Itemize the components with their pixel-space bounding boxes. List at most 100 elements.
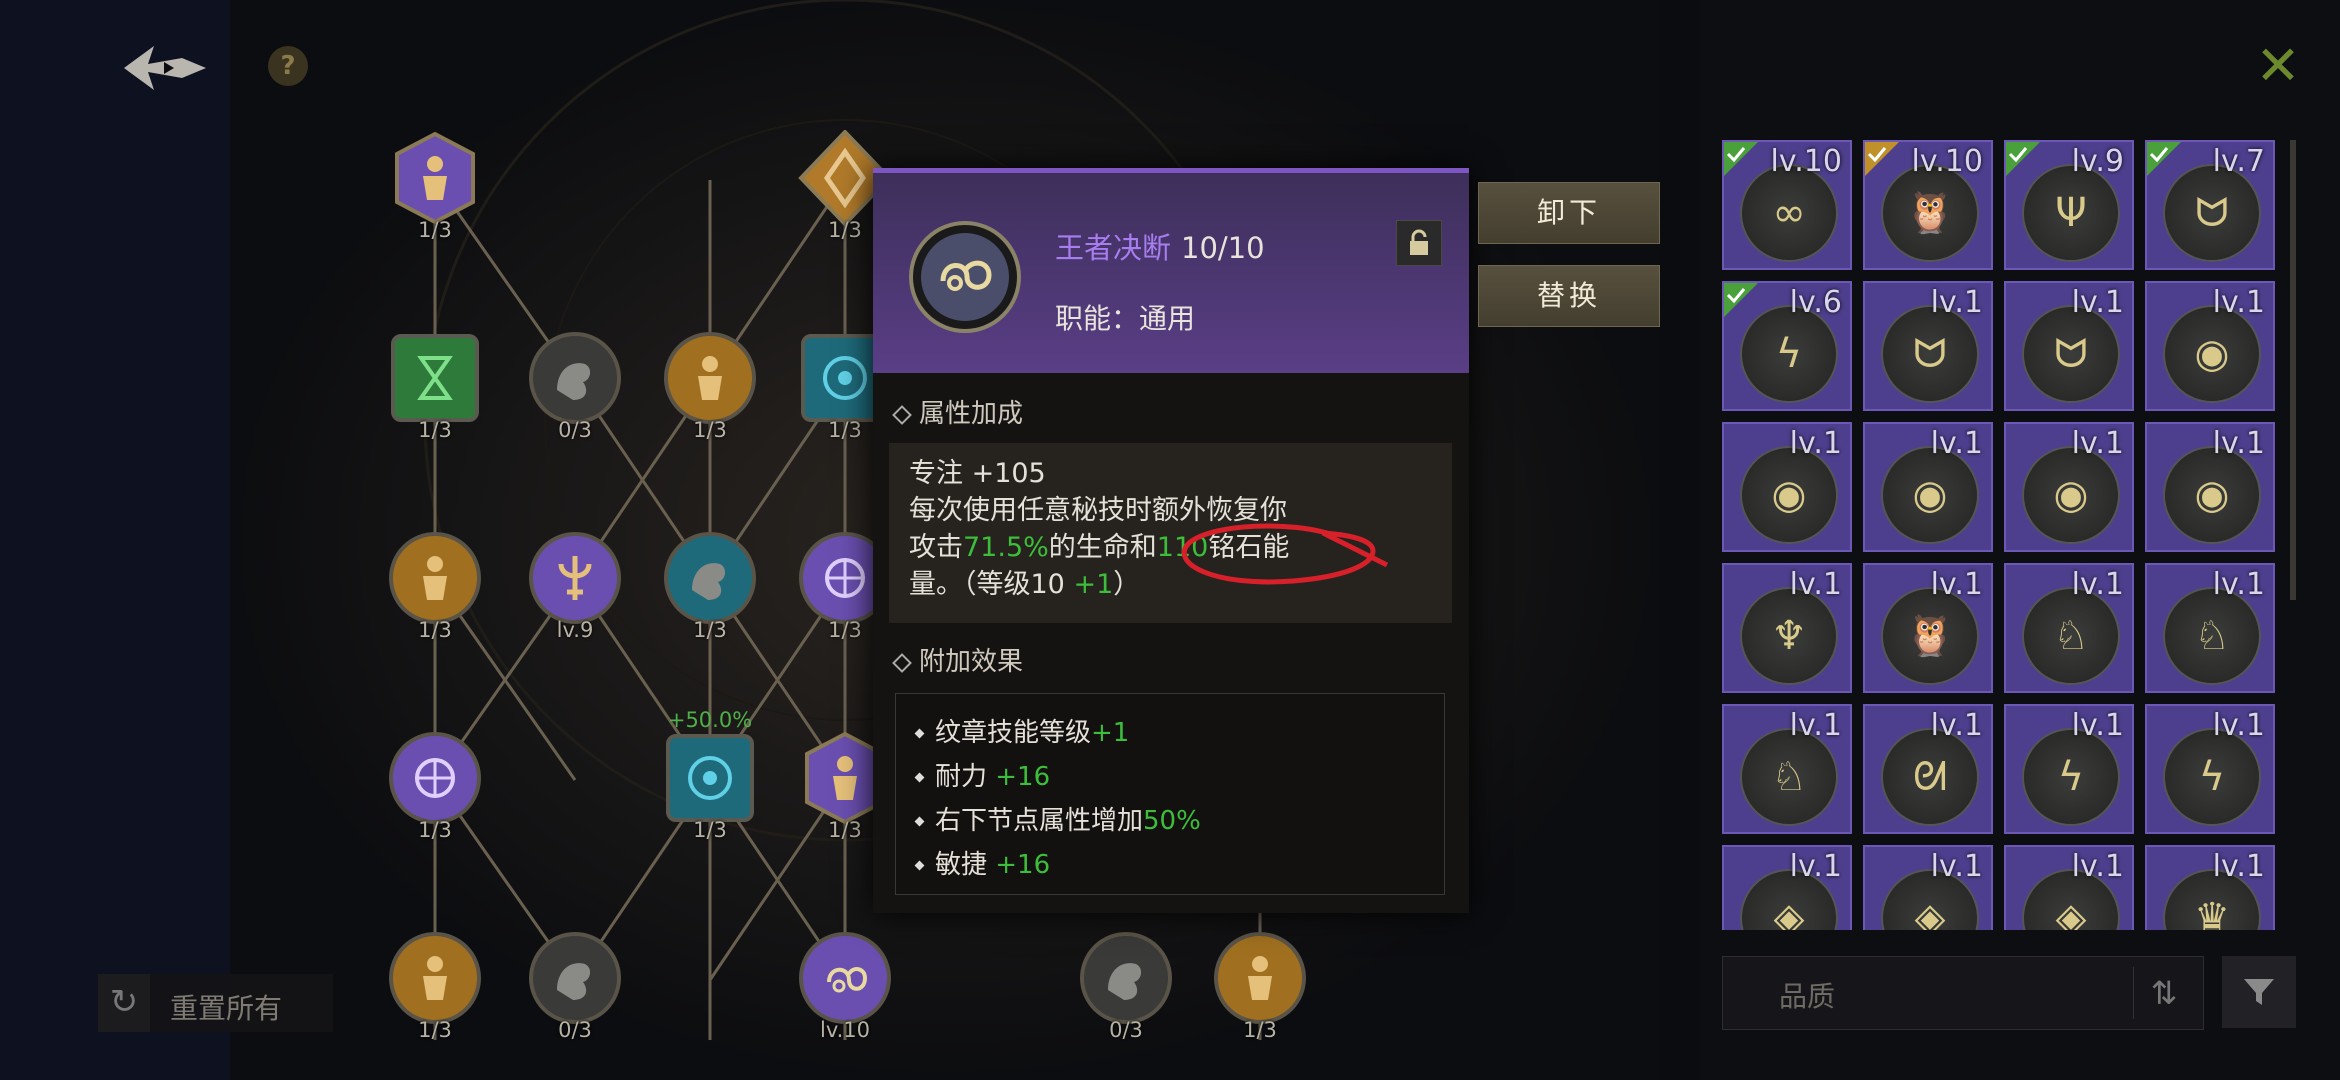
rune-level-label: lv.10 <box>1770 144 1842 179</box>
skill-node-arm[interactable]: 1/3 <box>662 530 758 642</box>
rune-card[interactable]: ♘ lv.1 <box>2145 563 2275 693</box>
reset-all-button[interactable]: ↻ 重置所有 <box>98 974 333 1032</box>
back-button[interactable] <box>120 38 210 98</box>
rune-card[interactable]: ◉ lv.1 <box>2145 281 2275 411</box>
extra-effect-section-title: 附加效果 <box>892 641 1023 678</box>
figure-icon <box>664 332 756 424</box>
skill-node-figure[interactable]: 1/3 <box>662 330 758 442</box>
filter-button[interactable] <box>2222 956 2296 1028</box>
skill-node-arm[interactable]: 0/3 <box>527 930 623 1042</box>
reset-all-label: 重置所有 <box>170 992 283 1025</box>
replace-button[interactable]: 替换 <box>1478 265 1660 327</box>
inventory-scrollbar[interactable] <box>2290 140 2296 600</box>
unequip-button[interactable]: 卸下 <box>1478 182 1660 244</box>
equipped-check-icon <box>1865 142 1899 176</box>
rune-card[interactable]: ᗢ lv.1 <box>2004 281 2134 411</box>
quality-sort-dropdown[interactable]: 品质 ⇅ <box>1722 956 2204 1030</box>
rune-level-label: lv.1 <box>2212 567 2265 602</box>
rune-level-label: lv.1 <box>1789 708 1842 743</box>
skill-node-figure[interactable]: 1/3 <box>1212 930 1308 1042</box>
node-progress-label: 1/3 <box>418 618 452 642</box>
node-progress-label: 1/3 <box>418 218 452 242</box>
rune-level-label: lv.9 <box>2071 144 2124 179</box>
rune-card[interactable]: ◉ lv.1 <box>1863 422 1993 552</box>
rune-inventory-grid[interactable]: ∞ lv.10 🦉 lv.10 Ψlv.9 ᗢ lv.7 ϟ lv.6 ᗢ lv.1 ᗢ lv.1 ◉ lv… <box>1722 140 2282 930</box>
rune-card[interactable]: ♛ lv.1 <box>2145 845 2275 930</box>
rune-card[interactable]: ♆ lv.1 <box>1722 563 1852 693</box>
arm-icon <box>664 532 756 624</box>
diamond-bullet-icon <box>892 652 912 673</box>
rune-card[interactable]: ᘛ lv.1 <box>1863 704 1993 834</box>
node-progress-label: 0/3 <box>1109 1018 1143 1042</box>
skill-node-arm[interactable]: 0/3 <box>1078 930 1174 1042</box>
rune-card[interactable]: 🦉 lv.10 <box>1863 140 1993 270</box>
figure-icon <box>1214 932 1306 1024</box>
rune-level-label: lv.1 <box>1930 285 1983 320</box>
rune-level-label: lv.1 <box>1789 567 1842 602</box>
attr-focus: 专注 +105 <box>909 458 1046 489</box>
lock-button[interactable] <box>1396 220 1442 266</box>
rune-card[interactable]: 🦉 lv.1 <box>1863 563 1993 693</box>
red-circle-annotation <box>1181 523 1389 585</box>
rune-card[interactable]: ◈ lv.1 <box>1722 845 1852 930</box>
rune-card[interactable]: ϟ lv.6 <box>1722 281 1852 411</box>
rune-level-label: lv.1 <box>2071 567 2124 602</box>
rune-card[interactable]: ◈ lv.1 <box>1863 845 1993 930</box>
arm-icon <box>529 932 621 1024</box>
effect-line: 敏捷 +16 <box>914 844 1050 881</box>
rune-card[interactable]: ♘ lv.1 <box>2004 563 2134 693</box>
skill-node-compass[interactable]: 1/3 <box>387 730 483 842</box>
rune-card[interactable]: ◉ lv.1 <box>2004 422 2134 552</box>
rune-level-label: lv.7 <box>2212 144 2265 179</box>
node-progress-label: 1/3 <box>693 618 727 642</box>
reset-icon: ↻ <box>98 974 150 1032</box>
rune-card[interactable]: ∞ lv.10 <box>1722 140 1852 270</box>
rune-card[interactable]: ◉ lv.1 <box>1722 422 1852 552</box>
arm-icon <box>1080 932 1172 1024</box>
node-progress-label: 1/3 <box>693 418 727 442</box>
skill-node-trident[interactable]: lv.9 <box>527 530 623 642</box>
skill-node-swirl[interactable]: lv.10 <box>797 930 893 1042</box>
lock-icon <box>1410 229 1428 255</box>
skill-node-figure[interactable]: 1/3 <box>387 930 483 1042</box>
skill-node-arm[interactable]: 0/3 <box>527 330 623 442</box>
bullet-icon <box>914 772 925 783</box>
target-icon <box>666 734 754 822</box>
rune-detail-popup: 王者决断 10/10 职能：通用 属性加成 专注 +105 每次使用任意秘技时额外… <box>873 168 1469 913</box>
node-progress-label: 1/3 <box>418 818 452 842</box>
sort-order-icon[interactable]: ⇅ <box>2133 967 2194 1019</box>
rune-card[interactable]: ◈ lv.1 <box>2004 845 2134 930</box>
extra-effect-box: 纹章技能等级+1 耐力 +16 右下节点属性增加50% 敏捷 +16 <box>895 693 1445 895</box>
rune-card[interactable]: ᗢ lv.1 <box>1863 281 1993 411</box>
bullet-icon <box>914 860 925 871</box>
rune-card[interactable]: ᗢ lv.7 <box>2145 140 2275 270</box>
rune-card[interactable]: ♘ lv.1 <box>1722 704 1852 834</box>
skill-node-figure[interactable]: 1/3 <box>387 530 483 642</box>
rune-level-label: lv.1 <box>1789 849 1842 884</box>
equipped-check-icon <box>2006 142 2040 176</box>
rune-level-label: lv.1 <box>2212 849 2265 884</box>
rune-card[interactable]: ϟ lv.1 <box>2145 704 2275 834</box>
node-progress-label: 1/3 <box>693 818 727 842</box>
skill-node-figure[interactable]: 1/3 <box>387 130 483 242</box>
bullet-icon <box>914 816 925 827</box>
back-arrow-icon <box>124 46 206 90</box>
node-progress-label: 1/3 <box>418 1018 452 1042</box>
rune-level-label: lv.6 <box>1789 285 1842 320</box>
skill-node-target[interactable]: 1/3 +50.0% <box>662 708 758 842</box>
skill-node-hourglass[interactable]: 1/3 <box>387 330 483 442</box>
rune-card[interactable]: ϟ lv.1 <box>2004 704 2134 834</box>
help-button[interactable]: ? <box>268 46 308 86</box>
node-progress-label: 1/3 <box>1243 1018 1277 1042</box>
close-button[interactable]: ✕ <box>2250 38 2306 94</box>
node-progress-label: 0/3 <box>558 1018 592 1042</box>
rune-role: 职能：通用 <box>1055 302 1196 335</box>
rune-card[interactable]: ◉ lv.1 <box>2145 422 2275 552</box>
compass-icon <box>389 732 481 824</box>
node-bonus-label: +50.0% <box>667 708 753 732</box>
figure-icon <box>389 532 481 624</box>
equipped-check-icon <box>2147 142 2181 176</box>
rune-level-label: lv.1 <box>1789 426 1842 461</box>
filter-icon <box>2244 979 2274 1005</box>
rune-card[interactable]: Ψlv.9 <box>2004 140 2134 270</box>
